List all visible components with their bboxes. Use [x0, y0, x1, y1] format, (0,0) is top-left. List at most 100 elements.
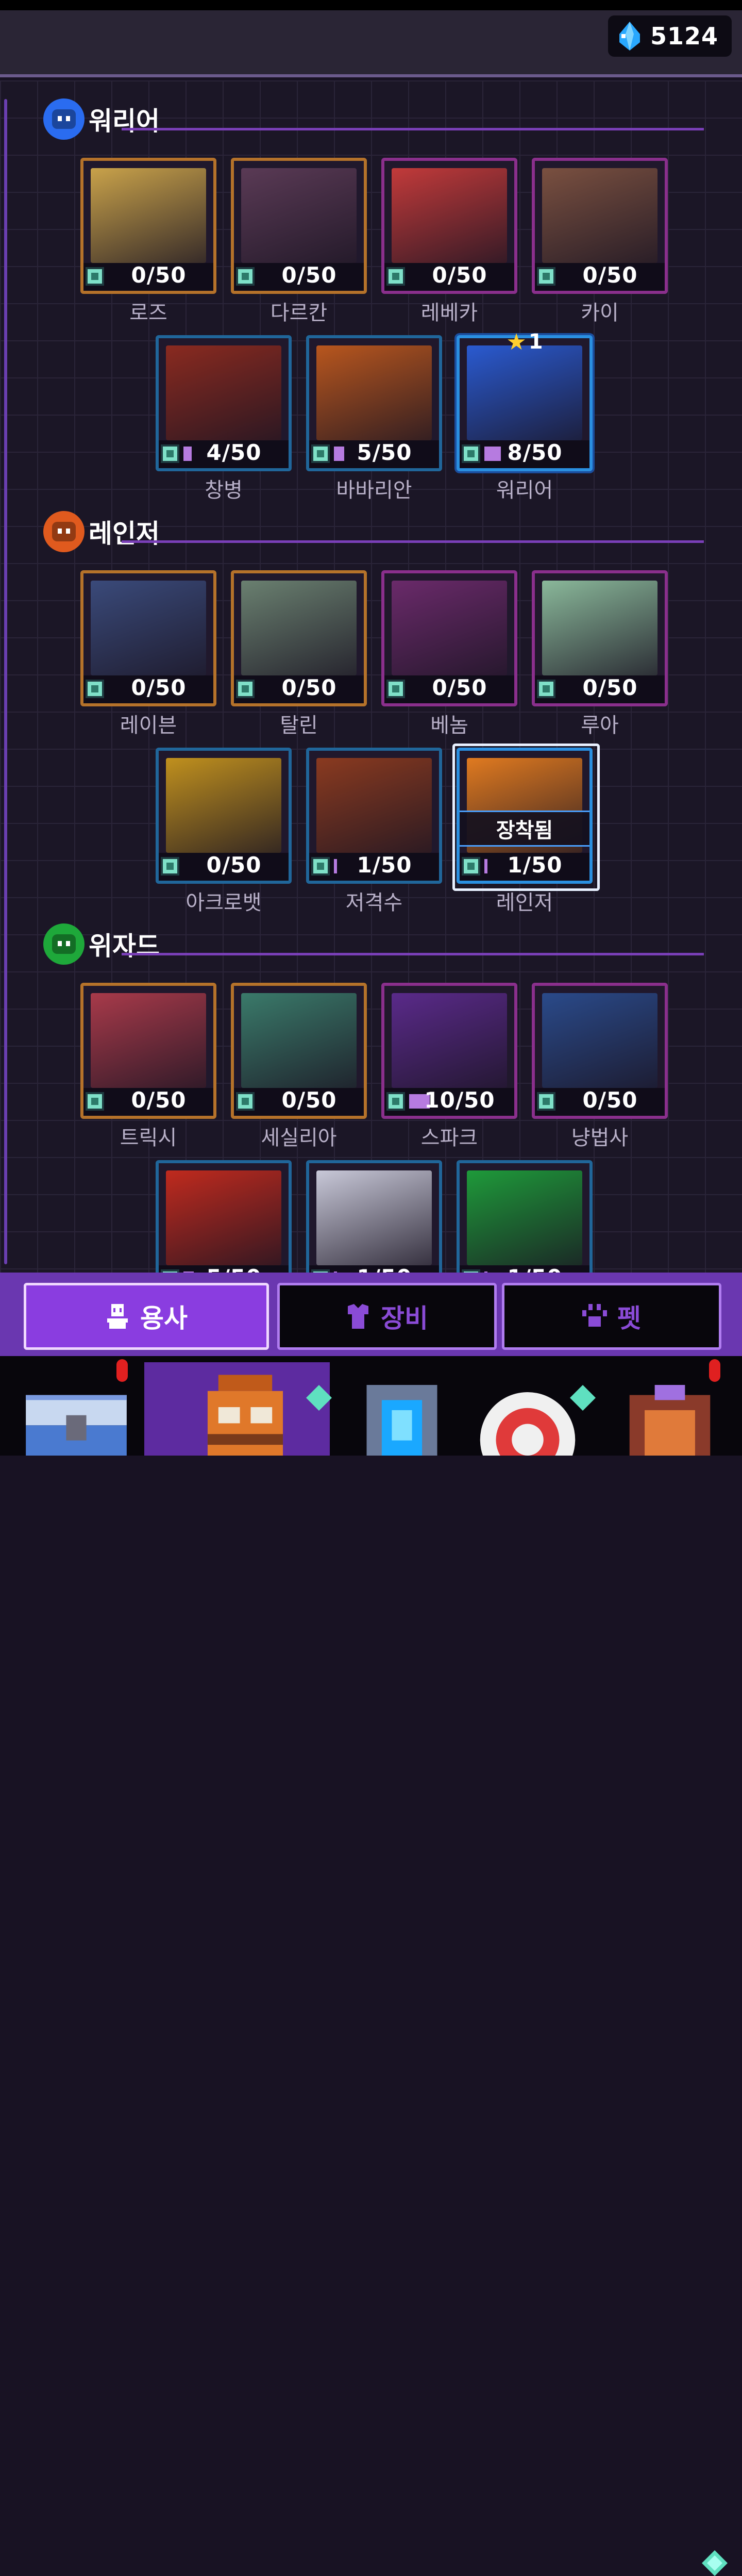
- ranger-class-icon: [43, 511, 85, 552]
- collection-tabs: 용사 장비 펫: [0, 1273, 742, 2576]
- shard-count: 1/50: [330, 1265, 439, 1273]
- shard-icon: [86, 680, 104, 698]
- equipped-highlight: [452, 744, 600, 891]
- hero-card[interactable]: 0/50: [532, 158, 668, 294]
- notification-dot: [709, 1359, 720, 1382]
- shard-icon: [86, 267, 104, 286]
- shard-icon: [236, 1092, 255, 1111]
- scrollbar[interactable]: [4, 99, 7, 1264]
- armor-icon: [348, 1304, 368, 1329]
- hero-card[interactable]: 4/50: [156, 335, 292, 471]
- shard-icon: [311, 857, 330, 876]
- hero-name: 저격수: [345, 891, 403, 915]
- hero-card[interactable]: 0/50: [532, 570, 668, 706]
- hero-card[interactable]: 0/50: [381, 570, 517, 706]
- hero-card[interactable]: 0/50: [80, 158, 216, 294]
- gem-counter[interactable]: 5124: [608, 15, 732, 57]
- hero-portrait: [316, 1170, 432, 1265]
- hero-portrait: [241, 993, 357, 1088]
- shard-progress: 0/50: [234, 1087, 364, 1116]
- hero-portrait: [467, 345, 582, 440]
- shard-icon: [386, 1092, 405, 1111]
- hero-card[interactable]: 1/50: [306, 1160, 442, 1273]
- gem-count: 5124: [650, 22, 718, 50]
- hero-name: 로즈: [129, 301, 167, 325]
- tab-hero[interactable]: 용사: [24, 1283, 269, 1350]
- tab-equipment[interactable]: 장비: [277, 1283, 497, 1350]
- shard-progress: 10/50: [384, 1087, 514, 1116]
- shop-door-icon[interactable]: [618, 1385, 721, 1456]
- hero-name: 레베카: [420, 301, 478, 325]
- shard-progress: 0/50: [234, 675, 364, 703]
- tab-pet[interactable]: 펫: [502, 1283, 721, 1350]
- hero-card[interactable]: 0/50: [156, 748, 292, 884]
- hero-portrait: [467, 1170, 582, 1265]
- hero-portrait: [542, 581, 657, 675]
- shard-progress: 0/50: [535, 675, 665, 703]
- hero-portrait: [316, 758, 432, 853]
- wizard-class-icon: [43, 923, 85, 965]
- tab-equipment-label: 장비: [381, 1303, 428, 1333]
- shard-count: 0/50: [131, 262, 187, 288]
- target-icon[interactable]: [476, 1392, 579, 1456]
- blue-gem-icon: [619, 22, 640, 51]
- hero-portrait: [392, 168, 507, 263]
- section-header-0: 워리어: [43, 96, 160, 142]
- shard-icon: [537, 1092, 555, 1111]
- treasure-chest-icon[interactable]: [20, 1385, 133, 1456]
- hero-portrait: [241, 581, 357, 675]
- shard-icon: [161, 857, 179, 876]
- shard-progress: 0/50: [159, 852, 289, 881]
- section-header-2: 위자드: [43, 921, 160, 967]
- shard-progress: 0/50: [83, 1087, 213, 1116]
- shard-progress: 5/50: [309, 440, 439, 468]
- hero-card[interactable]: 0/50: [231, 983, 367, 1119]
- hero-card[interactable]: 1/50: [306, 748, 442, 884]
- shard-count: 8/50: [507, 440, 563, 465]
- section-title: 레인저: [89, 519, 160, 549]
- shard-count: 10/50: [424, 1087, 495, 1113]
- hero-portrait: [91, 581, 206, 675]
- hero-card[interactable]: 0/50: [80, 983, 216, 1119]
- hero-portrait: [542, 993, 657, 1088]
- shard-progress: 0/50: [535, 1087, 665, 1116]
- hero-card[interactable]: 0/50: [231, 158, 367, 294]
- hero-card[interactable]: 10/50: [381, 983, 517, 1119]
- hero-card[interactable]: 8/50: [457, 335, 593, 471]
- shard-progress: 1/50: [460, 1265, 589, 1273]
- section-header-1: 레인저: [43, 508, 160, 555]
- shard-progress: 1/50: [309, 1265, 439, 1273]
- hero-list[interactable]: 워리어 0/50 로즈 0/50 다르칸 0/50 레베카 0/50 카이 4/50 창병 5/50 바…: [0, 80, 742, 1273]
- shard-count: 0/50: [281, 262, 337, 288]
- shard-progress: 8/50: [460, 440, 589, 468]
- hero-card[interactable]: 0/50: [381, 158, 517, 294]
- shard-count: 0/50: [281, 1087, 337, 1113]
- hero-name: 창병: [205, 478, 243, 502]
- hero-card[interactable]: 1/50: [457, 1160, 593, 1273]
- tab-pet-label: 펫: [617, 1303, 641, 1333]
- hero-backpack-icon[interactable]: [189, 1369, 302, 1456]
- hero-card[interactable]: 5/50: [156, 1160, 292, 1273]
- hero-card[interactable]: 0/50: [80, 570, 216, 706]
- star-badge: ★ 1: [504, 329, 545, 355]
- hero-name: 스파크: [420, 1126, 478, 1150]
- hero-name: 아크로뱃: [185, 891, 262, 915]
- shard-icon: [86, 1092, 104, 1111]
- hero-card[interactable]: 5/50: [306, 335, 442, 471]
- shard-count: 0/50: [432, 675, 487, 700]
- portal-icon[interactable]: [356, 1385, 448, 1456]
- section-title: 워리어: [89, 106, 160, 136]
- top-bar: 5124: [0, 0, 742, 77]
- shard-count: 0/50: [281, 675, 337, 700]
- shard-icon: [462, 444, 480, 463]
- shard-count: 0/50: [432, 262, 487, 288]
- shard-count: 0/50: [206, 852, 262, 878]
- shard-count: 0/50: [582, 675, 638, 700]
- hero-card[interactable]: 0/50: [532, 983, 668, 1119]
- shard-count: 1/50: [480, 1265, 589, 1273]
- shard-count: 0/50: [582, 1087, 638, 1113]
- shard-count: 5/50: [357, 440, 412, 465]
- shard-count: 4/50: [206, 440, 262, 465]
- shard-progress: 0/50: [83, 675, 213, 703]
- hero-card[interactable]: 0/50: [231, 570, 367, 706]
